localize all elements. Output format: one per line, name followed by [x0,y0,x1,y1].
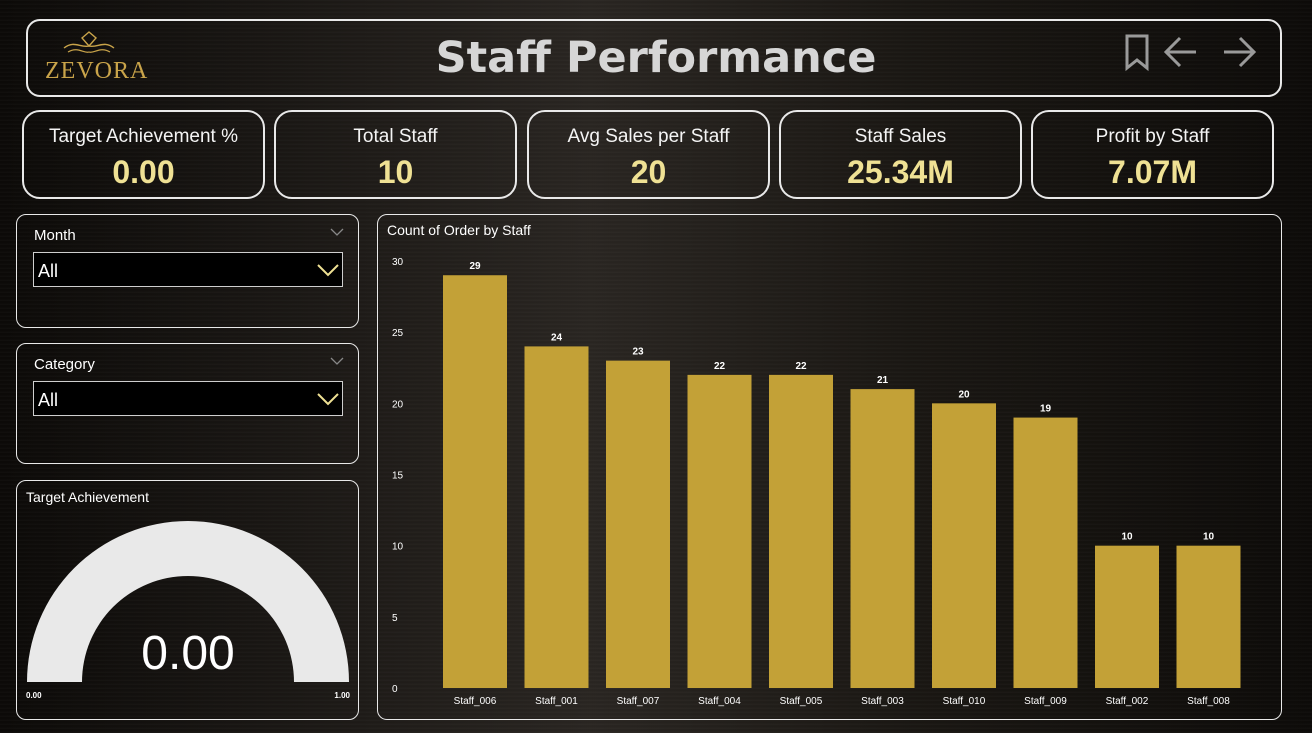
data-label: 21 [877,375,889,386]
data-label: 10 [1203,532,1215,543]
kpi-card-avg-sales: Avg Sales per Staff 20 [527,110,770,199]
category-slicer: Category All [16,343,359,464]
bar [932,403,996,688]
x-tick-label: Staff_001 [535,696,578,707]
bar-chart: 0 5 10 15 20 25 30 29 Staff_006 24 Staff_001 23 Staf… [392,257,1241,707]
x-tick-label: Staff_009 [1024,696,1067,707]
kpi-card-target-achievement: Target Achievement % 0.00 [22,110,265,199]
gauge-min-label: 0.00 [26,691,42,700]
bar [1095,545,1159,688]
bar [687,374,752,688]
data-label: 22 [795,361,807,372]
bar [1176,545,1241,688]
category-dropdown[interactable]: All [33,381,343,416]
kpi-value: 0.00 [112,154,175,190]
kpi-label: Staff Sales [854,126,947,147]
x-tick-label: Staff_010 [943,696,986,707]
kpi-label: Total Staff [353,126,438,147]
gauge-max-label: 1.00 [334,691,350,700]
bar [850,389,915,688]
month-slicer: Month All [16,214,359,328]
month-dropdown[interactable]: All [33,252,343,287]
count-of-order-chart-card: Count of Order by Staff 0 5 10 15 20 25 30 29 St… [377,214,1282,720]
data-label: 10 [1121,532,1133,543]
kpi-value: 25.34M [847,154,954,190]
month-slicer-label: Month [34,227,76,244]
kpi-label: Target Achievement % [48,126,239,147]
target-achievement-gauge-card: Target Achievement 0.00 0.00 1.00 [16,480,359,720]
bar [1013,417,1078,688]
data-label: 23 [632,347,644,358]
chevron-down-icon [317,264,339,277]
gauge-chart: 0.00 0.00 1.00 [26,521,351,700]
forward-arrow-icon[interactable] [1218,32,1258,72]
data-label: 20 [958,389,970,400]
kpi-label: Avg Sales per Staff [567,126,730,147]
data-label: 29 [469,261,481,272]
y-tick-label: 30 [392,257,404,268]
x-tick-label: Staff_003 [861,696,904,707]
category-slicer-label: Category [34,356,95,373]
x-tick-label: Staff_002 [1106,696,1149,707]
data-label: 24 [551,332,563,343]
chevron-down-icon[interactable] [330,356,344,366]
y-tick-label: 15 [392,471,404,482]
x-tick-label: Staff_007 [617,696,660,707]
month-selected-value: All [38,261,59,281]
chevron-down-icon[interactable] [330,227,344,237]
kpi-value: 7.07M [1108,154,1197,190]
data-label: 22 [714,361,726,372]
y-tick-label: 25 [392,328,404,339]
y-tick-label: 0 [392,684,398,695]
bar [769,374,833,688]
bar [443,275,507,688]
chevron-down-icon [317,393,339,406]
kpi-value: 10 [377,154,414,190]
kpi-value: 20 [630,154,667,190]
kpi-card-staff-sales: Staff Sales 25.34M [779,110,1022,199]
y-tick-label: 10 [392,542,404,553]
category-selected-value: All [38,390,59,410]
x-tick-label: Staff_004 [698,696,741,707]
bookmark-icon[interactable] [1117,32,1157,72]
kpi-label: Profit by Staff [1095,126,1210,147]
x-tick-label: Staff_008 [1187,696,1230,707]
bar [606,360,670,688]
x-tick-label: Staff_005 [780,696,823,707]
y-tick-label: 20 [392,399,404,410]
bar [524,346,589,688]
kpi-card-profit: Profit by Staff 7.07M [1031,110,1274,199]
x-tick-label: Staff_006 [454,696,497,707]
kpi-card-total-staff: Total Staff 10 [274,110,517,199]
data-label: 19 [1040,404,1052,415]
page-title: Staff Performance [435,33,877,83]
y-tick-label: 5 [392,613,398,624]
gauge-value: 0.00 [141,627,234,680]
back-arrow-icon[interactable] [1162,32,1202,72]
